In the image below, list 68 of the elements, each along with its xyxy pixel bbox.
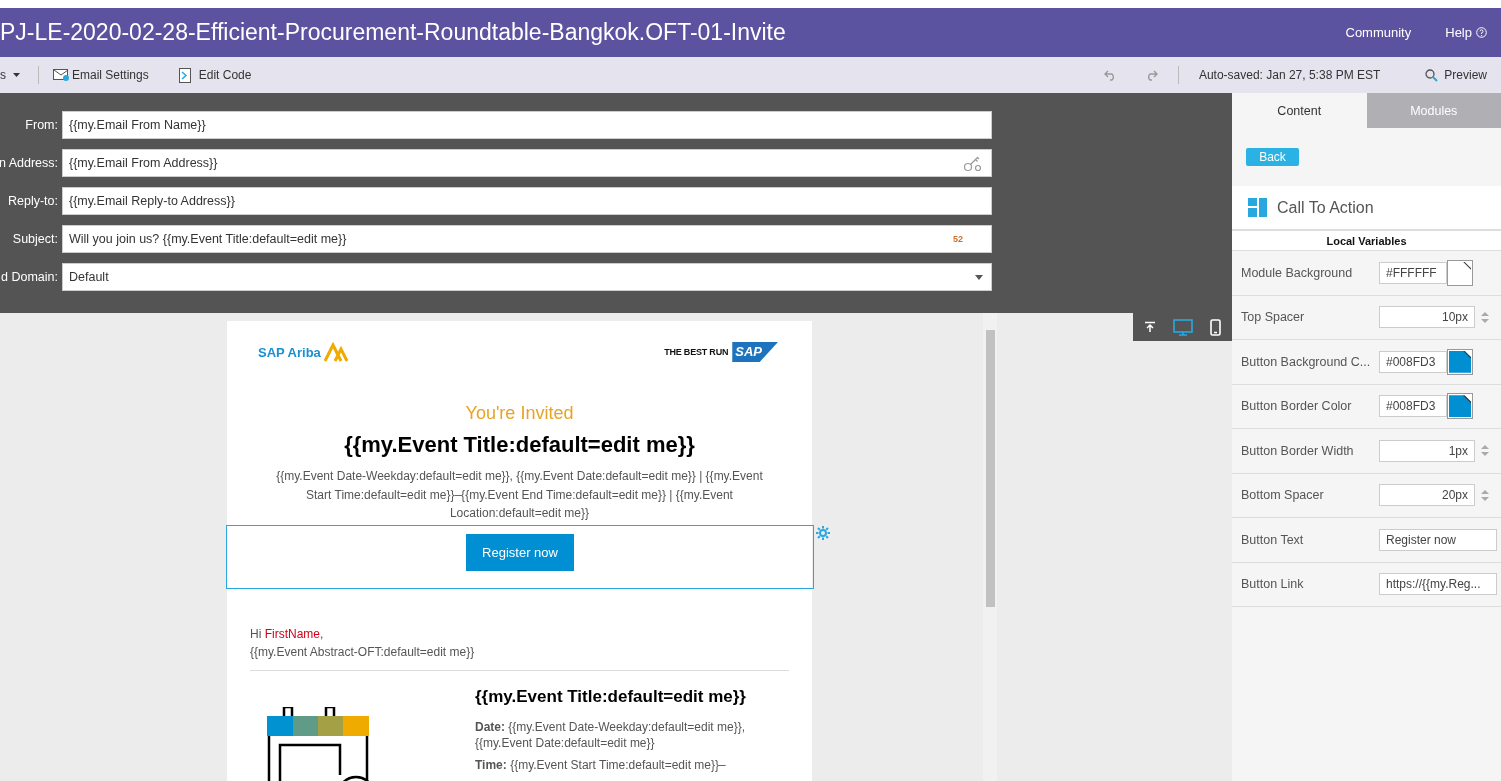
tagline: THE BEST RUN bbox=[664, 347, 729, 357]
color-input[interactable]: #FFFFFF bbox=[1379, 261, 1447, 284]
color-swatch[interactable] bbox=[1447, 259, 1473, 286]
email-settings-button[interactable]: Email Settings bbox=[53, 68, 149, 82]
caret-icon bbox=[975, 274, 983, 280]
detail-title: {{my.Event Title:default=edit me}} bbox=[475, 686, 747, 707]
color-input[interactable]: #008FD3 bbox=[1379, 350, 1447, 373]
variable-label: Module Background bbox=[1241, 265, 1354, 280]
module-layout-icon bbox=[1248, 198, 1267, 217]
undo-icon[interactable] bbox=[1103, 69, 1117, 81]
settings-icon[interactable] bbox=[816, 525, 830, 540]
color-swatch[interactable] bbox=[1447, 393, 1473, 420]
number-input[interactable]: 20px bbox=[1379, 484, 1475, 507]
domain-dropdown[interactable]: Default bbox=[62, 263, 992, 291]
window-title: PJ-LE-2020-02-28-Efficient-Procurement-Roundtable-Bangkok.OFT-01-Invite bbox=[0, 19, 786, 46]
field-label: Reply-to: bbox=[6, 194, 58, 208]
text-input[interactable]: Register now bbox=[1379, 528, 1497, 551]
spinner-icon[interactable] bbox=[1481, 488, 1489, 502]
code-file-icon bbox=[178, 67, 191, 83]
input-field[interactable]: {{my.Email From Name}} bbox=[62, 111, 992, 139]
chevron-logo-icon bbox=[322, 342, 351, 362]
detail-line: Date: {{my.Event Date-Weekday:default=edit me}}, {{my.Event Date:default=edit me}} bbox=[475, 718, 747, 751]
detail-line: Time: {{my.Event Start Time:default=edit me}}– bbox=[475, 756, 727, 773]
field-label: d Domain: bbox=[0, 270, 58, 284]
input-field[interactable]: Will you join us? {{my.Event Title:default=edit me}} 52 bbox=[62, 225, 992, 253]
autosave-status: Auto-saved: Jan 27, 5:38 PM EST bbox=[1198, 68, 1381, 82]
field-label: From: bbox=[24, 118, 58, 132]
event-details: {{my.Event Date-Weekday:default=edit me}}, {{my.Event Date:default=edit me}} | {{my.Event Start Time:default=edit me}}–{{my.Event End Time:default=edit me}} | {{my.Event Location:default=edit me}} bbox=[275, 468, 764, 522]
greeting: Hi FirstName, bbox=[250, 626, 325, 641]
variable-label: Button Background C... bbox=[1241, 354, 1372, 369]
edit-code-button[interactable]: Edit Code bbox=[178, 67, 252, 83]
color-swatch[interactable] bbox=[1447, 348, 1473, 375]
color-input[interactable]: #008FD3 bbox=[1379, 395, 1447, 418]
scrollbar[interactable] bbox=[983, 313, 997, 781]
search-icon bbox=[1425, 68, 1439, 82]
register-button[interactable]: Register now bbox=[466, 533, 574, 571]
event-title: {{my.Event Title:default=edit me}} bbox=[343, 432, 696, 458]
field-label: n Address: bbox=[0, 156, 58, 170]
spinner-icon[interactable] bbox=[1481, 444, 1489, 458]
envelope-icon bbox=[53, 69, 69, 81]
preview-button[interactable]: Preview bbox=[1425, 68, 1487, 82]
number-input[interactable]: 10px bbox=[1379, 306, 1475, 329]
input-field[interactable]: {{my.Email Reply-to Address}} bbox=[62, 187, 992, 215]
help-icon bbox=[1476, 27, 1487, 38]
variable-label: Button Border Width bbox=[1241, 443, 1355, 458]
character-counter: 52 bbox=[953, 234, 963, 244]
variable-label: Bottom Spacer bbox=[1241, 488, 1325, 503]
caret-icon bbox=[13, 73, 20, 77]
module-title: Call To Action bbox=[1277, 198, 1374, 217]
brand-logo-text: SAP Ariba bbox=[258, 344, 321, 360]
text-input[interactable]: https://{{my.Reg... bbox=[1379, 573, 1497, 596]
desktop-view-button[interactable] bbox=[1171, 316, 1194, 338]
variable-label: Button Border Color bbox=[1241, 399, 1353, 414]
number-input[interactable]: 1px bbox=[1379, 439, 1475, 462]
menu-dropdown[interactable]: s bbox=[0, 68, 20, 82]
invited-heading: You're Invited bbox=[464, 403, 575, 424]
event-abstract: {{my.Event Abstract-OFT:default=edit me}} bbox=[250, 644, 476, 659]
header-link[interactable]: Community bbox=[1345, 25, 1412, 40]
variable-label: Top Spacer bbox=[1241, 310, 1306, 325]
variable-label: Button Text bbox=[1241, 532, 1305, 547]
sap-logo: SAP bbox=[732, 342, 778, 362]
spinner-icon[interactable] bbox=[1481, 310, 1489, 324]
section-heading: Local Variables bbox=[1232, 231, 1501, 251]
input-field[interactable]: {{my.Email From Address}} bbox=[62, 149, 992, 177]
key-icon bbox=[963, 154, 983, 172]
variable-label: Button Link bbox=[1241, 577, 1305, 592]
field-label: Subject: bbox=[11, 232, 58, 246]
header-link[interactable]: Help bbox=[1445, 25, 1487, 40]
